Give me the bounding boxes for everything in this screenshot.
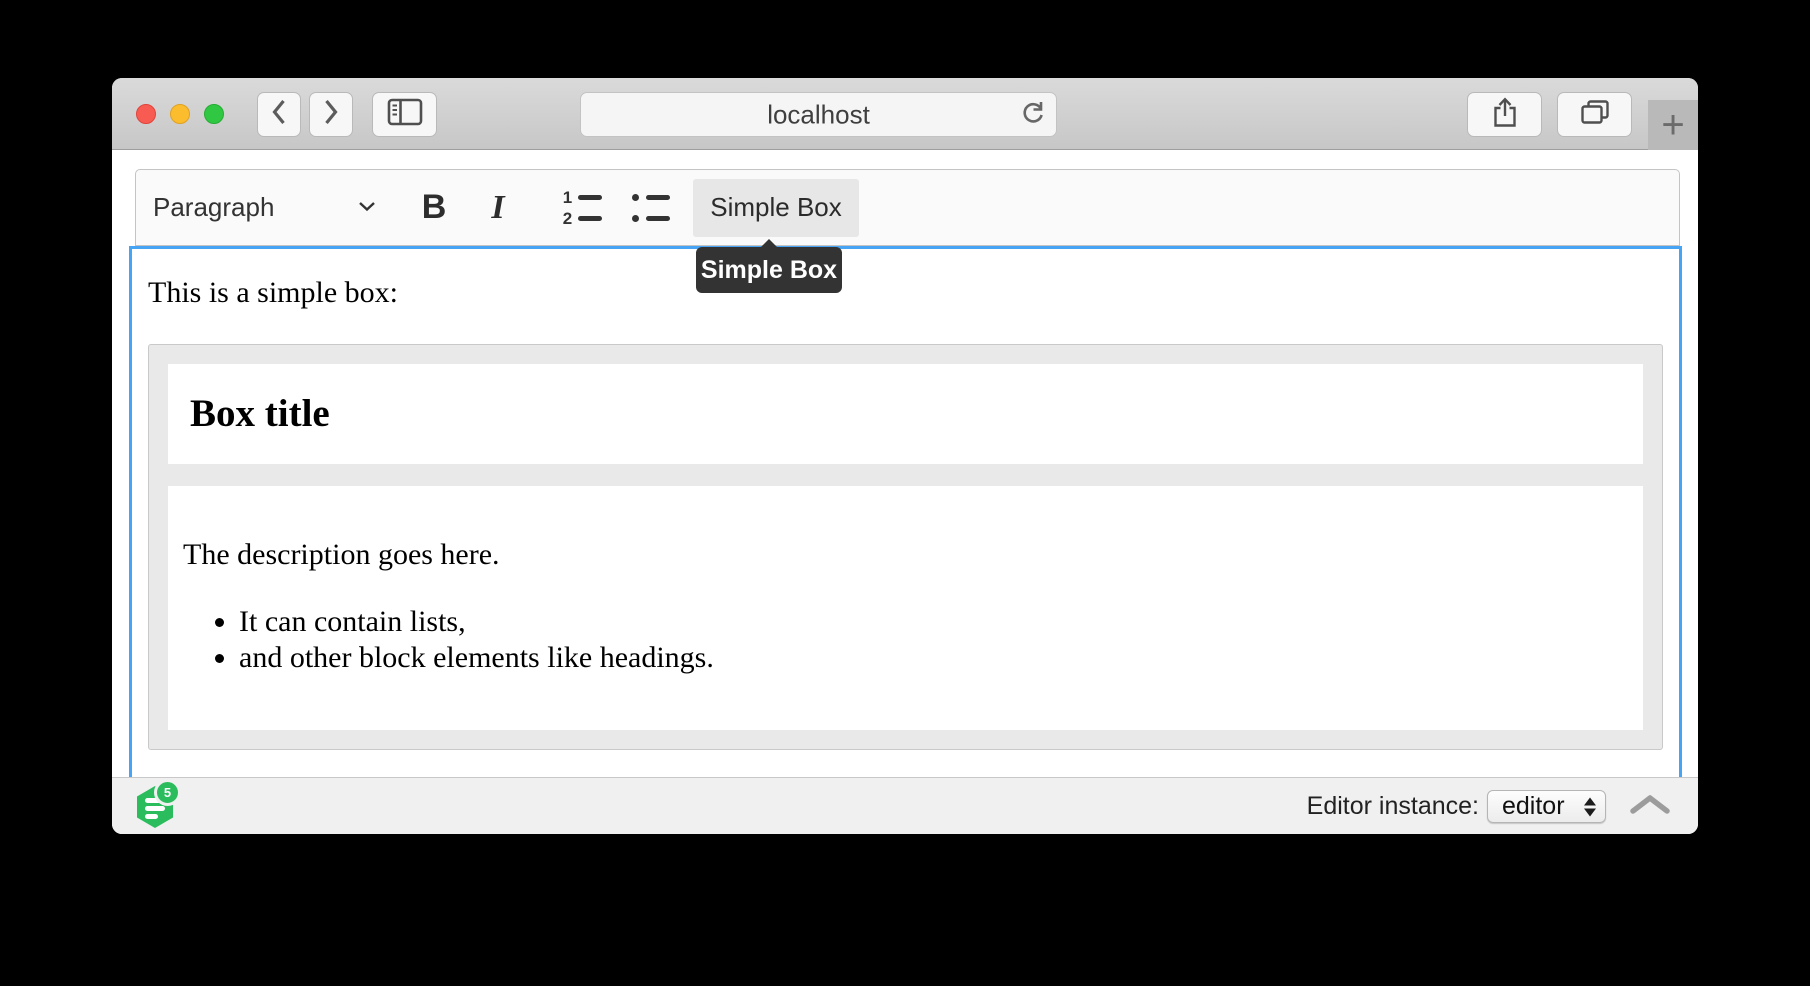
simple-box-description[interactable]: The description goes here. bbox=[183, 536, 1628, 574]
share-icon bbox=[1492, 96, 1518, 133]
browser-window: localhost bbox=[112, 78, 1698, 834]
chevron-up-icon bbox=[1629, 793, 1671, 820]
sidebar-icon bbox=[387, 98, 423, 131]
simple-box-title-area[interactable]: Box title bbox=[168, 364, 1643, 464]
tooltip: Simple Box bbox=[696, 247, 842, 293]
back-button[interactable] bbox=[257, 92, 301, 137]
address-bar[interactable]: localhost bbox=[580, 92, 1057, 137]
ckeditor-logo: 5 bbox=[137, 786, 173, 828]
address-bar-url: localhost bbox=[581, 99, 1056, 130]
editor-instance-value: editor bbox=[1502, 792, 1565, 821]
browser-title-bar: localhost bbox=[112, 78, 1698, 150]
simple-box-title[interactable]: Box title bbox=[190, 392, 1621, 436]
tooltip-caret bbox=[760, 239, 778, 248]
simple-box-list: It can contain lists, and other block el… bbox=[183, 604, 1628, 676]
list-item[interactable]: It can contain lists, bbox=[239, 604, 1628, 640]
bulleted-list-button[interactable] bbox=[623, 179, 677, 237]
simple-box-description-area[interactable]: The description goes here. It can contai… bbox=[168, 486, 1643, 730]
bold-button[interactable]: B bbox=[409, 179, 459, 237]
chevron-right-icon bbox=[321, 97, 341, 132]
simple-box-button[interactable]: Simple Box bbox=[693, 179, 859, 237]
select-arrows-icon bbox=[1584, 797, 1596, 816]
heading-dropdown-label: Paragraph bbox=[153, 192, 274, 223]
plus-icon: + bbox=[1661, 103, 1684, 148]
tab-overview-button[interactable] bbox=[1557, 92, 1632, 137]
editor-editable[interactable]: This is a simple box: Box title The desc… bbox=[129, 246, 1682, 834]
italic-icon: I bbox=[491, 189, 504, 227]
minimize-button[interactable] bbox=[170, 104, 190, 124]
tooltip-label: Simple Box bbox=[701, 256, 837, 285]
bulleted-list-icon bbox=[630, 191, 670, 225]
close-button[interactable] bbox=[136, 104, 156, 124]
zoom-button[interactable] bbox=[204, 104, 224, 124]
logo-version-badge: 5 bbox=[154, 779, 181, 806]
numbered-list-button[interactable]: 1 2 bbox=[555, 179, 609, 237]
new-tab-button[interactable]: + bbox=[1648, 100, 1698, 150]
refresh-icon bbox=[1019, 99, 1047, 132]
chevron-left-icon bbox=[269, 97, 289, 132]
chevron-down-icon bbox=[358, 199, 376, 217]
simple-box-button-label: Simple Box bbox=[710, 192, 842, 223]
expand-inspector-button[interactable] bbox=[1628, 787, 1672, 827]
intro-paragraph[interactable]: This is a simple box: bbox=[148, 274, 1663, 311]
sidebar-toggle-button[interactable] bbox=[372, 92, 437, 137]
editor-instance-select[interactable]: editor bbox=[1487, 790, 1606, 823]
share-button[interactable] bbox=[1467, 92, 1542, 137]
status-bar: 5 Editor instance: editor bbox=[112, 777, 1698, 834]
bold-icon: B bbox=[422, 188, 447, 227]
forward-button[interactable] bbox=[309, 92, 353, 137]
heading-dropdown[interactable]: Paragraph bbox=[153, 179, 396, 237]
numbered-list-icon: 1 2 bbox=[562, 191, 602, 225]
tabs-icon bbox=[1579, 98, 1611, 131]
reload-button[interactable] bbox=[1018, 101, 1047, 130]
editor-instance-label: Editor instance: bbox=[1307, 792, 1479, 821]
editor-toolbar: Paragraph B I 1 2 bbox=[135, 169, 1680, 246]
italic-button[interactable]: I bbox=[473, 179, 523, 237]
simple-box-widget[interactable]: Box title The description goes here. It … bbox=[148, 344, 1663, 750]
list-item[interactable]: and other block elements like headings. bbox=[239, 640, 1628, 676]
